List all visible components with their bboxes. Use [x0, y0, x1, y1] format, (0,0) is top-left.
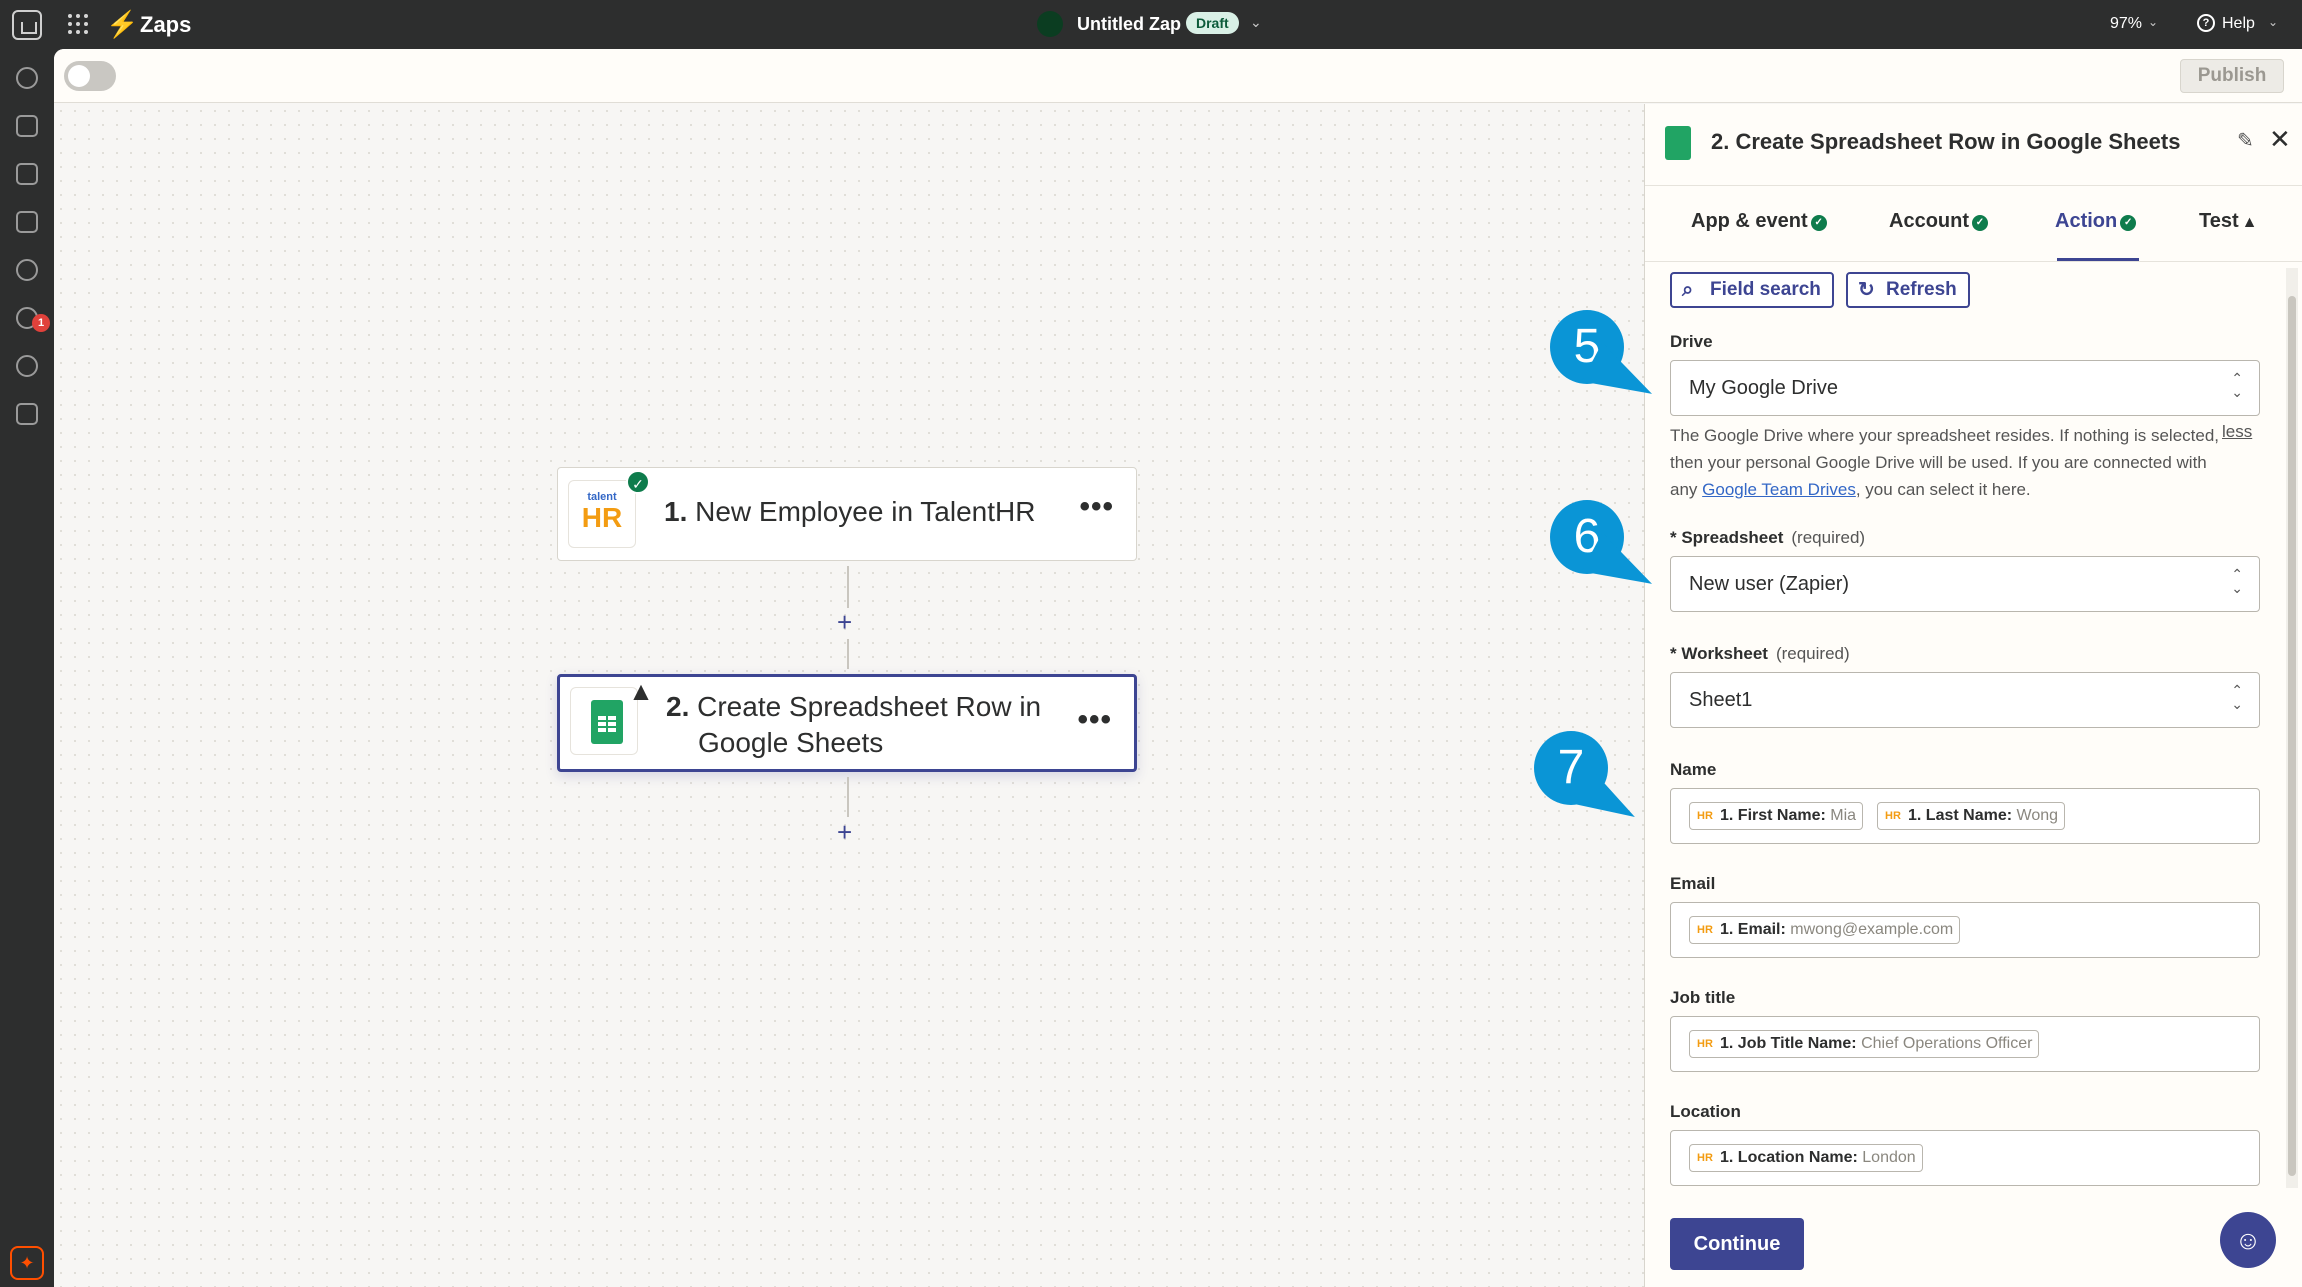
- editor-toolbar: Publish: [54, 49, 2302, 103]
- job-title-label: Job title: [1670, 988, 1736, 1007]
- edit-icon[interactable]: ✎: [2237, 128, 2254, 153]
- refresh-icon: ↻: [1858, 279, 1875, 301]
- search-icon: ⌕: [1682, 279, 1694, 301]
- zoom-level[interactable]: 97%: [2110, 15, 2142, 33]
- notification-badge: 1: [32, 314, 50, 332]
- mapped-field-pill[interactable]: HR 1. Email: mwong@example.com: [1689, 916, 1961, 944]
- updown-chevron-icon: ⌃ ⌄: [2231, 566, 2243, 596]
- talenthr-icon: talent HR: [568, 480, 636, 548]
- tab-account[interactable]: Account ✓: [1889, 210, 1988, 233]
- calendar-icon[interactable]: [16, 211, 38, 233]
- name-field[interactable]: HR 1. First Name: Mia HR 1. Last Name: Won…: [1670, 788, 2260, 844]
- components-icon[interactable]: [16, 67, 38, 89]
- step-title: 2. Create Spreadsheet Row in Google Shee…: [666, 691, 1042, 758]
- tab-test[interactable]: Test ▲: [2199, 210, 2257, 233]
- mapped-field-pill[interactable]: HR 1. Last Name: Wong: [1877, 802, 2066, 830]
- continue-button[interactable]: Continue: [1670, 1218, 1804, 1270]
- worksheet-label: * Worksheet (required): [1670, 644, 1850, 663]
- step-card-2[interactable]: ▲ 2. Create Spreadsheet Row in Google Sh…: [557, 674, 1137, 772]
- versions-icon[interactable]: [16, 403, 38, 425]
- panel-header: 2. Create Spreadsheet Row in Google Shee…: [1645, 104, 2302, 186]
- mapped-field-pill[interactable]: HR 1. First Name: Mia: [1689, 802, 1864, 830]
- help-menu[interactable]: Help: [2222, 15, 2255, 33]
- updown-chevron-icon: ⌃ ⌄: [2231, 370, 2243, 400]
- chevron-down-icon[interactable]: ⌄: [1250, 14, 1262, 31]
- email-label: Email: [1670, 874, 1716, 893]
- panel-tabs: App & event ✓ Account ✓ Action ✓ Test ▲: [1645, 186, 2302, 262]
- tab-app-event[interactable]: App & event ✓: [1691, 210, 1827, 233]
- location-field[interactable]: HR 1. Location Name: London: [1670, 1130, 2260, 1186]
- chevron-down-icon[interactable]: ⌄: [2268, 15, 2278, 29]
- chevron-down-icon[interactable]: ⌄: [2148, 15, 2158, 29]
- name-label: Name: [1670, 760, 1717, 779]
- talenthr-icon: HR: [1697, 810, 1713, 822]
- more-icon[interactable]: •••: [1079, 490, 1114, 524]
- active-tab-indicator: [2057, 258, 2139, 261]
- less-link[interactable]: less: [2222, 422, 2252, 442]
- job-title-field[interactable]: HR 1. Job Title Name: Chief Operations Of…: [1670, 1016, 2260, 1072]
- refresh-button[interactable]: ↻ Refresh: [1846, 272, 1970, 308]
- talenthr-icon: HR: [1697, 1152, 1713, 1164]
- panel-scrollbar[interactable]: [2286, 268, 2298, 1188]
- talenthr-icon: HR: [1697, 924, 1713, 936]
- google-sheets-icon: [1665, 126, 1691, 160]
- step-card-1[interactable]: talent HR ✓ 1. New Employee in TalentHR …: [557, 467, 1137, 561]
- drive-select[interactable]: My Google Drive ⌃ ⌄: [1670, 360, 2260, 416]
- tab-action[interactable]: Action ✓: [2055, 210, 2137, 233]
- step-title: 1. New Employee in TalentHR: [664, 496, 1036, 527]
- drive-help-text: The Google Drive where your spreadsheet …: [1670, 426, 2220, 499]
- spreadsheet-label: * Spreadsheet (required): [1670, 528, 1866, 547]
- panel-title: 2. Create Spreadsheet Row in Google Shee…: [1711, 129, 2181, 154]
- worksheet-select[interactable]: Sheet1 ⌃ ⌄: [1670, 672, 2260, 728]
- updown-chevron-icon: ⌃ ⌄: [2231, 682, 2243, 712]
- copilot-icon[interactable]: ✦: [10, 1246, 44, 1280]
- email-field[interactable]: HR 1. Email: mwong@example.com: [1670, 902, 2260, 958]
- help-icon[interactable]: ?: [2197, 14, 2215, 32]
- drive-label: Drive: [1670, 332, 1713, 351]
- settings-icon[interactable]: [16, 355, 38, 377]
- location-label: Location: [1670, 1102, 1741, 1121]
- zaps-link[interactable]: Zaps: [140, 12, 191, 38]
- history-icon[interactable]: [16, 259, 38, 281]
- add-step-button[interactable]: +: [837, 607, 852, 638]
- more-icon[interactable]: •••: [1077, 703, 1112, 737]
- connector-line: [847, 639, 849, 669]
- bolt-icon: ⚡: [106, 9, 139, 39]
- file-icon[interactable]: [16, 115, 38, 137]
- status-badge: Draft: [1186, 12, 1239, 34]
- left-rail: 1 ✦: [0, 49, 54, 1287]
- apps-grid-icon[interactable]: [68, 14, 88, 34]
- close-icon[interactable]: ✕: [2269, 124, 2291, 155]
- top-bar: ⚡ Zaps Untitled Zap Draft ⌄ 97% ⌄ ? Help…: [0, 0, 2302, 49]
- assistant-icon[interactable]: ☺: [2220, 1212, 2276, 1268]
- publish-button[interactable]: Publish: [2180, 59, 2284, 93]
- comment-icon[interactable]: [16, 163, 38, 185]
- connector-line: [847, 566, 849, 608]
- google-team-drives-link[interactable]: Google Team Drives: [1702, 480, 1856, 499]
- zap-title[interactable]: Untitled Zap: [1077, 14, 1181, 35]
- check-icon: ✓: [626, 470, 650, 494]
- spreadsheet-select[interactable]: New user (Zapier) ⌃ ⌄: [1670, 556, 2260, 612]
- zap-status-icon: [1037, 11, 1063, 37]
- zap-toggle[interactable]: [64, 61, 116, 91]
- mapped-field-pill[interactable]: HR 1. Job Title Name: Chief Operations Of…: [1689, 1030, 2040, 1058]
- warning-icon: ▲: [628, 676, 654, 706]
- talenthr-icon: HR: [1885, 810, 1901, 822]
- home-icon[interactable]: [12, 10, 42, 40]
- mapped-field-pill[interactable]: HR 1. Location Name: London: [1689, 1144, 1923, 1172]
- add-step-button[interactable]: +: [837, 817, 852, 848]
- talenthr-icon: HR: [1697, 1038, 1713, 1050]
- field-search-button[interactable]: ⌕ Field search: [1670, 272, 1834, 308]
- connector-line: [847, 777, 849, 817]
